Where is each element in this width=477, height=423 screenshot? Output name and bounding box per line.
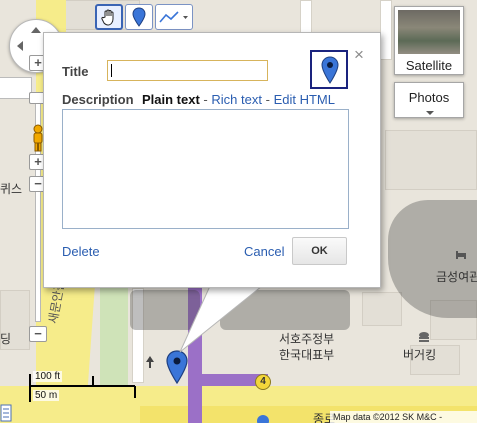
satellite-toggle[interactable]: Satellite [394,6,464,75]
description-textarea[interactable] [62,109,349,229]
photos-dropdown[interactable]: Photos [394,82,464,118]
map-block [362,292,402,326]
description-mode-selector: Plain text - Rich text - Edit HTML [142,92,335,107]
station-tag [0,77,32,99]
marker-style-button[interactable] [310,50,348,89]
satellite-thumbnail [398,10,460,54]
hand-icon [101,9,114,26]
photos-label: Photos [408,90,450,105]
map-attribution: Map data ©2012 SK M&C - [330,411,477,423]
map-label-hotel: 금성여관 [436,270,477,284]
scale-bar [29,374,136,402]
location-icon[interactable] [256,414,270,423]
restaurant-icon [419,332,429,342]
road-white-top [300,0,312,34]
map-label-embassy-line2: 한국대표부 [279,348,335,362]
mode-separator: - [203,92,208,107]
title-input[interactable] [107,60,268,81]
map-label-bottom-left: 딩 [0,332,12,346]
building-shadow [220,290,350,330]
text-cursor [111,64,112,77]
hotel-icon [456,251,466,259]
route-badge: 4 [255,374,271,390]
building-shadow [130,290,200,330]
mode-separator: - [265,92,270,107]
description-label: Description [62,92,134,107]
tool-hand-button[interactable] [95,4,123,30]
park-strip [100,288,128,388]
map-block [385,130,477,190]
cancel-link[interactable]: Cancel [244,244,284,259]
pedestrian-icon [146,356,154,368]
road-white-right [380,0,392,60]
ruler-icon[interactable] [0,404,12,422]
delete-link[interactable]: Delete [62,244,100,259]
marker-icon [132,7,146,27]
marker-edit-dialog: Title × Description Plain text - Rich te… [43,32,381,288]
zoom-out-button[interactable]: − [29,326,47,342]
mode-rich-text[interactable]: Rich text [211,92,262,107]
marker-icon [321,56,339,84]
map-label-burgerking: 버거킹 [403,348,437,362]
mode-plain-text[interactable]: Plain text [142,92,200,107]
polyline-icon [159,11,188,23]
map-label-embassy-line1: 서호주정부 [279,332,335,346]
ok-button[interactable]: OK [292,237,347,265]
satellite-label: Satellite [405,58,453,73]
mode-edit-html[interactable]: Edit HTML [274,92,335,107]
map-label-left: 퀴스 [0,182,23,196]
close-icon[interactable]: × [351,46,367,63]
title-label: Title [62,64,89,79]
placed-marker-icon[interactable] [166,350,188,384]
tool-polyline-button[interactable] [155,4,193,30]
tool-marker-button[interactable] [125,4,153,30]
chevron-down-icon [426,111,434,115]
